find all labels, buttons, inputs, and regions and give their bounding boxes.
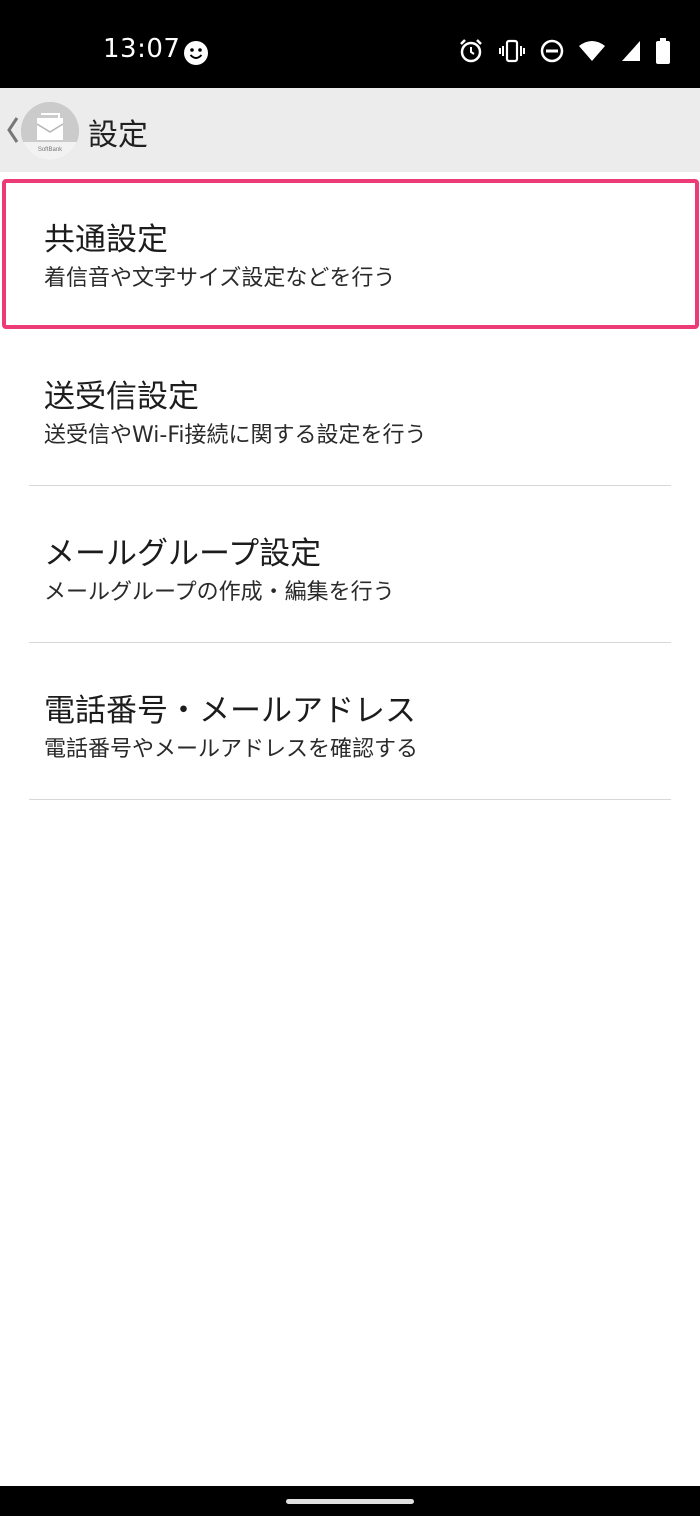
nav-bar [0,1486,700,1516]
alarm-icon [460,39,482,63]
setting-item-phone-mail-address[interactable]: 電話番号・メールアドレス 電話番号やメールアドレスを確認する [0,643,700,800]
setting-item-mail-group[interactable]: メールグループ設定 メールグループの作成・編集を行う [0,486,700,643]
status-bar: 13:07 [0,0,700,88]
setting-item-send-receive[interactable]: 送受信設定 送受信やWi-Fi接続に関する設定を行う [0,329,700,486]
page-title: 設定 [88,118,148,153]
setting-item-subtitle: 電話番号やメールアドレスを確認する [44,737,419,762]
home-gesture-handle[interactable] [286,1499,414,1504]
setting-item-title: メールグループ設定 [44,536,322,572]
do-not-disturb-icon [540,39,564,63]
app-bar: SoftBank 設定 [0,88,700,172]
setting-item-title: 電話番号・メールアドレス [44,693,416,729]
battery-icon [656,38,670,64]
status-time: 13:07 [103,34,181,64]
back-arrow-icon[interactable] [6,116,20,144]
setting-item-subtitle: 送受信やWi-Fi接続に関する設定を行う [44,423,427,448]
vibrate-icon [499,39,525,63]
setting-item-title: 共通設定 [44,222,168,258]
setting-item-subtitle: メールグループの作成・編集を行う [44,580,395,605]
signal-icon [622,41,640,61]
screen: 13:07 SoftBank 設定 共通設定 着信音や文字サイズ設定などを行う … [0,0,700,1516]
app-logo[interactable]: SoftBank [21,102,79,160]
setting-item-common[interactable]: 共通設定 着信音や文字サイズ設定などを行う [0,172,700,329]
setting-item-subtitle: 着信音や文字サイズ設定などを行う [44,266,396,291]
divider [29,799,671,800]
wifi-icon [579,41,605,61]
smiley-icon [184,41,208,65]
setting-item-title: 送受信設定 [44,379,199,415]
status-icons [458,38,670,64]
logo-text: SoftBank [37,147,63,153]
